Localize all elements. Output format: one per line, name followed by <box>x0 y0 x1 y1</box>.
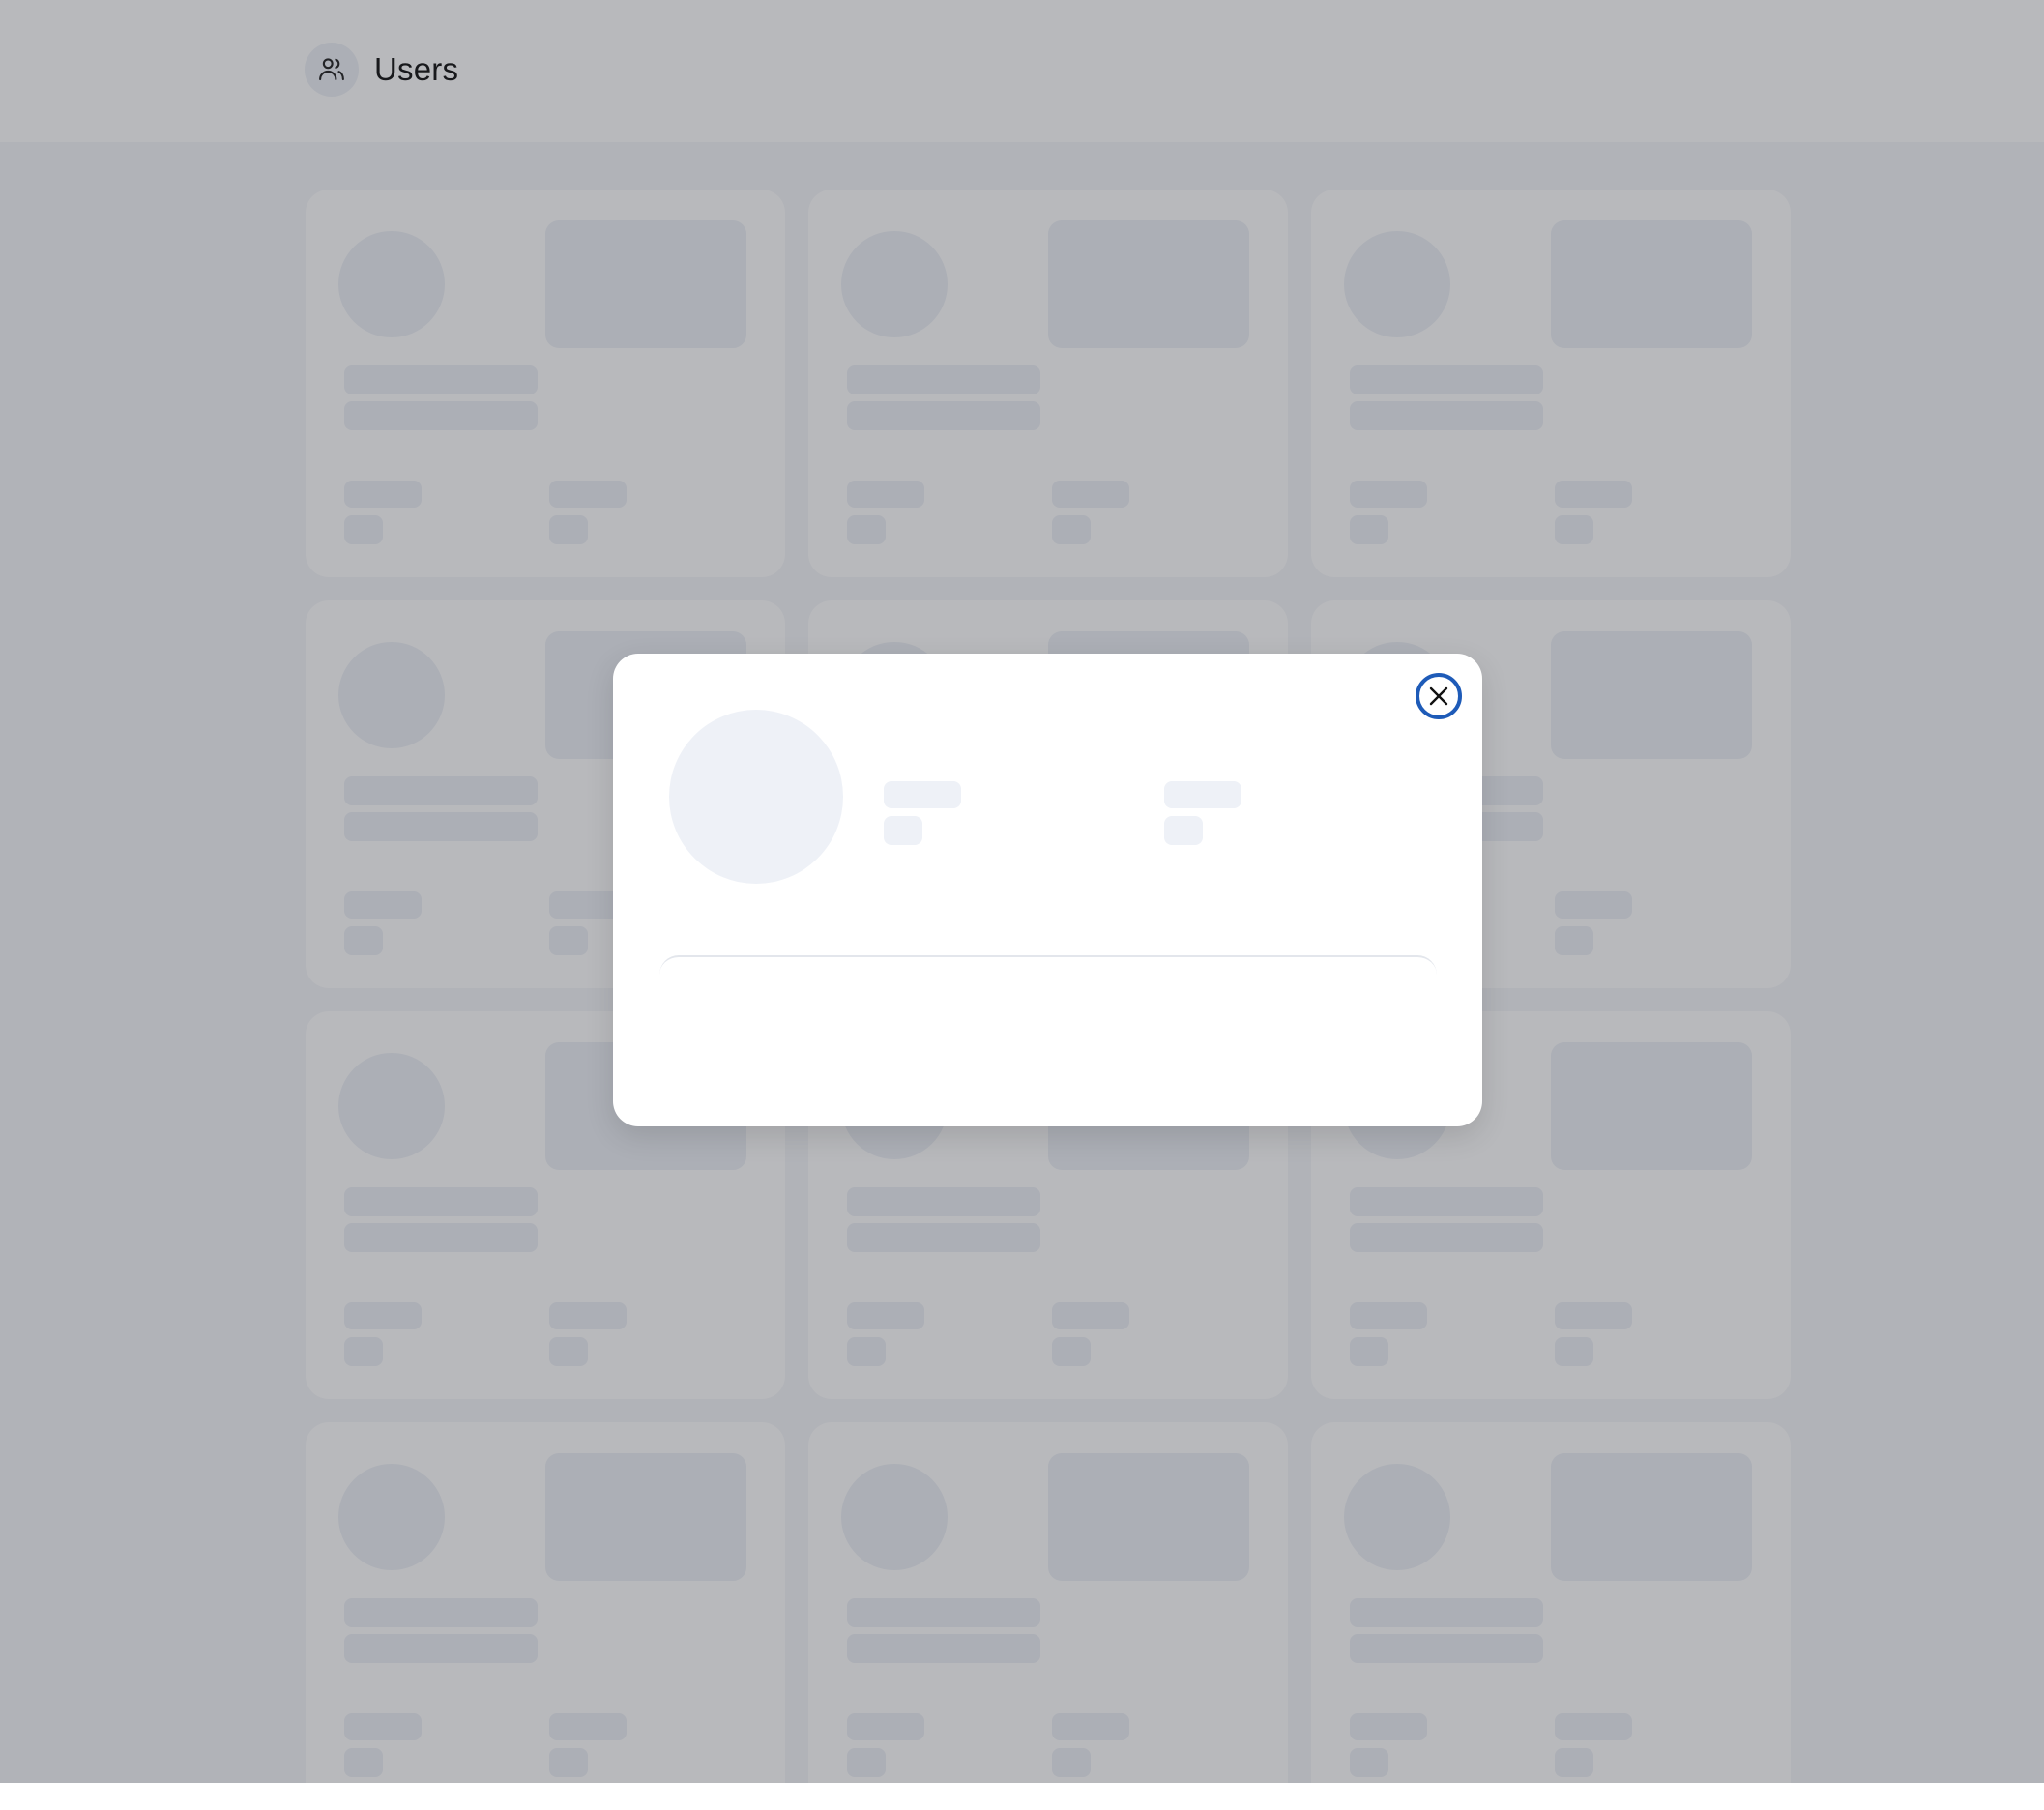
avatar-placeholder <box>669 710 843 884</box>
close-icon <box>1428 686 1449 707</box>
app-root: Users <box>0 0 2044 1810</box>
content-section <box>659 955 1437 977</box>
stat-label-placeholder <box>884 781 961 808</box>
user-detail-modal <box>613 654 1482 1126</box>
close-button[interactable] <box>1416 673 1462 719</box>
stat-value-placeholder <box>1164 816 1203 845</box>
stat-label-placeholder <box>1164 781 1241 808</box>
stat-value-placeholder <box>884 816 922 845</box>
